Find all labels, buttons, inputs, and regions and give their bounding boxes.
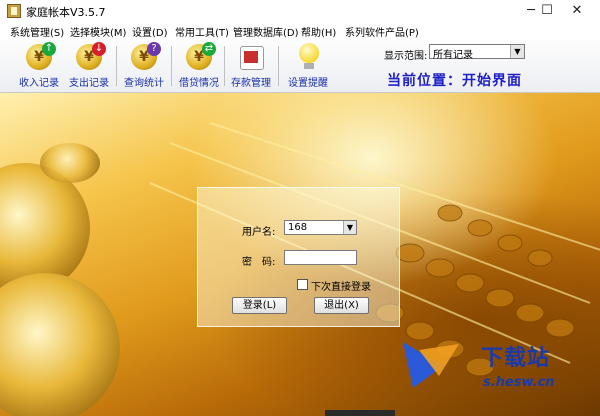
menu-settings[interactable]: 设置(D) xyxy=(132,24,168,39)
menu-tools[interactable]: 常用工具(T) xyxy=(175,24,229,39)
remember-checkbox[interactable] xyxy=(297,279,308,290)
remember-label: 下次直接登录 xyxy=(311,282,371,293)
expense-button[interactable]: ¥ ↓ 支出记录 xyxy=(64,42,114,90)
login-dialog: 用户名: 168 ▼ 密 码: 下次直接登录 登录(L) 退出(X) xyxy=(197,187,400,327)
query-icon: ¥? xyxy=(127,42,161,72)
toolbar: ¥ ↑ 收入记录 ¥ ↓ 支出记录 ¥? 查询统计 ¥ ⇄ 借贷情况 存款管理 设置提… xyxy=(0,40,600,93)
loan-icon: ¥ ⇄ xyxy=(182,42,216,72)
gold-coin-image xyxy=(0,273,120,416)
range-value: 所有记录 xyxy=(433,50,473,61)
menu-module[interactable]: 选择模块(M) xyxy=(70,24,126,39)
toolbar-separator xyxy=(116,46,117,86)
taskbar-strip xyxy=(325,410,395,416)
window-title: 家庭帐本V3.5.7 xyxy=(26,6,106,19)
watermark-url: s.hesw.cn xyxy=(483,375,555,390)
income-icon: ¥ ↑ xyxy=(22,42,56,72)
toolbar-separator xyxy=(278,46,279,86)
range-label: 显示范围: xyxy=(384,51,428,62)
menu-products[interactable]: 系列软件产品(P) xyxy=(345,24,419,39)
watermark: 下载站 s.hesw.cn xyxy=(395,330,600,416)
income-label: 收入记录 xyxy=(19,78,59,89)
reminder-label: 设置提醒 xyxy=(288,78,328,89)
username-value: 168 xyxy=(288,222,308,233)
login-button[interactable]: 登录(L) xyxy=(232,297,287,314)
menu-database[interactable]: 管理数据库(D) xyxy=(233,24,299,39)
expense-label: 支出记录 xyxy=(69,78,109,89)
query-button[interactable]: ¥? 查询统计 xyxy=(119,42,169,90)
deposit-button[interactable]: 存款管理 xyxy=(226,42,276,90)
username-select[interactable]: 168 ▼ xyxy=(284,220,357,235)
deposit-icon xyxy=(234,42,268,72)
watermark-logo-icon xyxy=(403,342,459,388)
toolbar-separator xyxy=(224,46,225,86)
menu-help[interactable]: 帮助(H) xyxy=(301,24,336,39)
income-button[interactable]: ¥ ↑ 收入记录 xyxy=(14,42,64,90)
chevron-down-icon: ▼ xyxy=(510,45,524,58)
chevron-down-icon: ▼ xyxy=(343,221,356,234)
reminder-button[interactable]: 设置提醒 xyxy=(283,42,333,90)
title-bar: 家庭帐本V3.5.7 ─ ☐ ✕ xyxy=(0,0,600,22)
range-select[interactable]: 所有记录 ▼ xyxy=(429,44,525,61)
query-label: 查询统计 xyxy=(124,78,164,89)
lightbulb-icon xyxy=(291,42,325,72)
expense-icon: ¥ ↓ xyxy=(72,42,106,72)
username-label: 用户名: xyxy=(242,227,276,238)
deposit-label: 存款管理 xyxy=(231,78,271,89)
toolbar-separator xyxy=(171,46,172,86)
close-button[interactable]: ✕ xyxy=(554,0,600,22)
loan-button[interactable]: ¥ ⇄ 借贷情况 xyxy=(174,42,224,90)
exit-button[interactable]: 退出(X) xyxy=(314,297,369,314)
app-icon xyxy=(7,4,21,18)
watermark-brand: 下载站 xyxy=(481,346,551,371)
loan-label: 借贷情况 xyxy=(179,78,219,89)
password-label: 密 码: xyxy=(242,257,276,268)
menu-bar: 系统管理(S) 选择模块(M) 设置(D) 常用工具(T) 管理数据库(D) 帮… xyxy=(0,22,600,41)
menu-system[interactable]: 系统管理(S) xyxy=(10,24,64,39)
current-location: 当前位置：开始界面 xyxy=(387,73,522,89)
gold-coin-image xyxy=(40,143,100,183)
password-field[interactable] xyxy=(284,250,357,265)
